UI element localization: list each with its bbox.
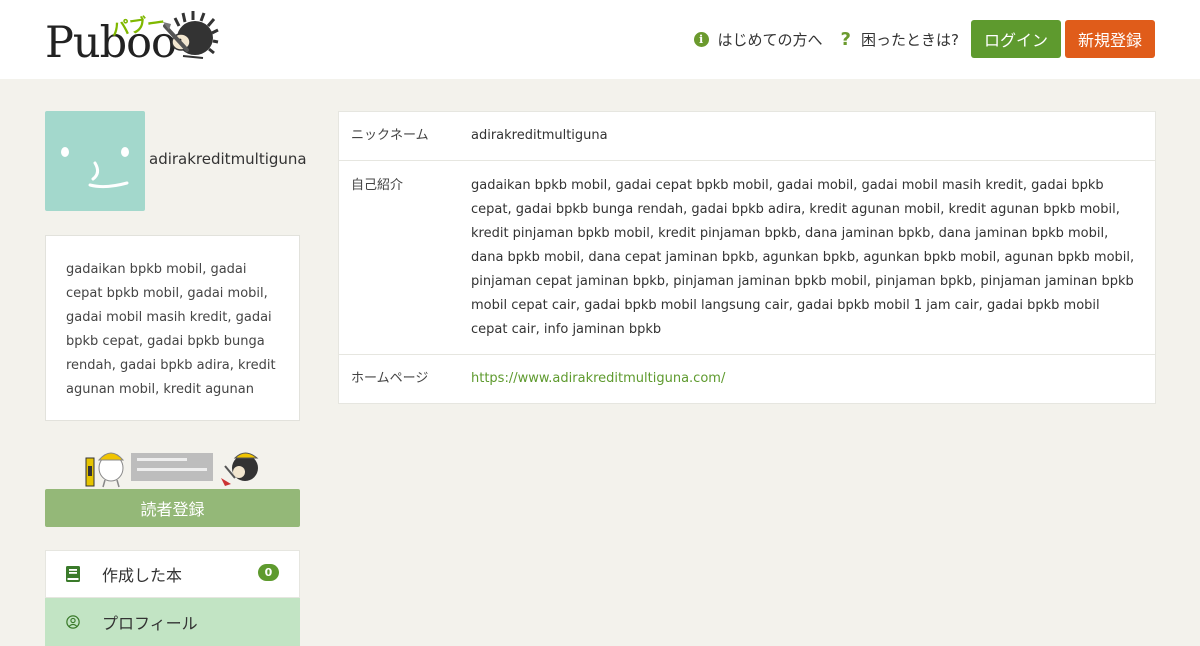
avatar — [45, 111, 145, 211]
sidebar-item-books[interactable]: 作成した本 0 — [45, 550, 300, 598]
nickname-value: adirakreditmultiguna — [471, 128, 608, 143]
header-nav: i はじめての方へ ? 困ったときは? ログイン 新規登録 — [693, 20, 1155, 58]
profile-row-homepage: ホームページ https://www.adirakreditmultiguna.… — [339, 355, 1155, 403]
profile-row-bio: 自己紹介 gadaikan bpkb mobil, gadai cepat bp… — [339, 161, 1155, 355]
first-time-label: はじめての方へ — [717, 30, 823, 49]
sidebar-item-profile-label: プロフィール — [102, 614, 198, 633]
hedgehog-logo-icon — [163, 11, 219, 59]
reader-register-button[interactable]: 読者登録 — [45, 489, 300, 527]
help-label: 困ったときは? — [861, 30, 959, 49]
avatar-face-icon — [61, 147, 129, 189]
bio-text: gadaikan bpkb mobil, gadai cepat bpkb mo… — [66, 262, 276, 397]
bio-label: 自己紹介 — [351, 178, 404, 193]
homepage-link[interactable]: https://www.adirakreditmultiguna.com/ — [471, 371, 725, 386]
puboo-logo[interactable]: Puboo パブー — [45, 8, 220, 68]
first-time-link[interactable]: i はじめての方へ — [693, 29, 823, 50]
homepage-label: ホームページ — [351, 371, 429, 386]
nickname-label: ニックネーム — [351, 128, 429, 143]
sidebar-menu: 作成した本 0 プロフィール — [45, 550, 300, 646]
login-button[interactable]: ログイン — [970, 20, 1061, 58]
info-icon: i — [693, 31, 709, 47]
site-header: Puboo パブー i はじめての方へ ? 困ったときは? ログイン 新規登録 — [0, 0, 1200, 79]
signup-button[interactable]: 新規登録 — [1064, 20, 1155, 58]
sidebar-item-profile[interactable]: プロフィール — [45, 598, 300, 646]
book-count-badge: 0 — [258, 564, 279, 581]
bio-box: gadaikan bpkb mobil, gadai cepat bpkb mo… — [45, 235, 300, 421]
profile-row-nickname: ニックネーム adirakreditmultiguna — [339, 112, 1155, 161]
under-construction-illustration — [85, 452, 259, 488]
profile-table: ニックネーム adirakreditmultiguna 自己紹介 gadaika… — [338, 111, 1156, 404]
username: adirakreditmultiguna — [149, 150, 307, 168]
question-icon: ? — [840, 28, 851, 50]
bio-value: gadaikan bpkb mobil, gadai cepat bpkb mo… — [471, 178, 1135, 337]
help-link[interactable]: ? 困ったときは? — [835, 29, 959, 50]
user-circle-icon — [66, 615, 80, 629]
book-icon — [66, 566, 80, 582]
sidebar-item-books-label: 作成した本 — [102, 566, 183, 585]
